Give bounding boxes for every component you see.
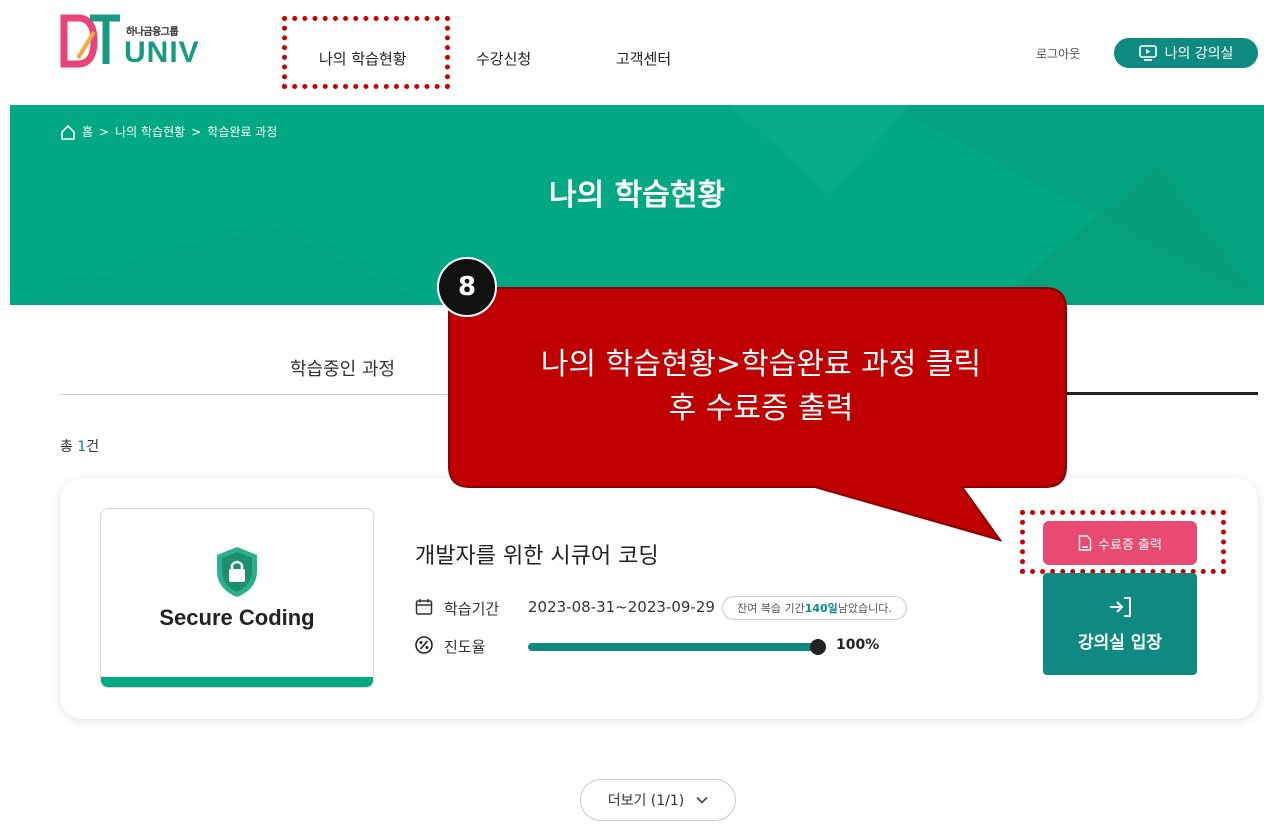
site-logo[interactable]: 하나금융그룹 UNIV	[60, 12, 210, 72]
my-classroom-label: 나의 강의실	[1164, 46, 1234, 62]
remaining-review-badge: 잔여 복습 기간 140일 남았습니다.	[722, 596, 907, 620]
thumbnail-progress-bar	[101, 677, 373, 687]
certificate-highlight-box	[1020, 510, 1226, 574]
total-number: 1	[77, 439, 87, 455]
total-suffix: 건	[86, 439, 100, 455]
progress-track	[528, 639, 826, 655]
progress-knob	[810, 639, 826, 655]
logo-univ-text: UNIV	[124, 36, 200, 69]
nav-enrollment[interactable]: 수강신청	[476, 48, 531, 69]
calendar-icon	[415, 599, 433, 615]
tab-in-progress-label: 학습중인 과정	[290, 359, 396, 380]
breadcrumb-home[interactable]: 홈	[82, 123, 93, 140]
callout-text: 나의 학습현황>학습완료 과정 클릭 후 수료증 출력	[456, 343, 1066, 431]
shield-lock-icon	[217, 547, 257, 597]
total-prefix: 총	[60, 439, 78, 455]
remain-suffix: 남았습니다.	[837, 602, 892, 615]
load-more-button[interactable]: 더보기 (1/1)	[580, 779, 736, 821]
hero-banner: 홈 > 나의 학습현황 > 학습완료 과정 나의 학습현황	[10, 105, 1264, 305]
remain-days: 140일	[804, 602, 838, 615]
breadcrumb-my-learning[interactable]: 나의 학습현황	[115, 123, 185, 140]
chevron-down-icon	[696, 796, 708, 804]
nav-highlight-box	[282, 16, 450, 89]
logo-mark-icon	[60, 14, 120, 68]
thumbnail-text: Secure Coding	[159, 605, 315, 630]
step-number-badge: 8	[437, 257, 497, 317]
course-card: Secure Coding 개발자를 위한 시큐어 코딩 학습기간 2023-0…	[60, 478, 1258, 719]
enter-classroom-button[interactable]: 강의실 입장	[1043, 573, 1197, 675]
progress-value: 100%	[836, 637, 880, 653]
progress-label: 진도율	[444, 638, 486, 656]
load-more-label: 더보기 (1/1)	[607, 793, 685, 809]
tab-in-progress[interactable]: 학습중인 과정	[60, 345, 490, 395]
page-title: 나의 학습현황	[548, 178, 726, 213]
course-thumbnail[interactable]: Secure Coding	[100, 508, 374, 688]
logout-link[interactable]: 로그아웃	[1036, 45, 1080, 62]
breadcrumb: 홈 > 나의 학습현황 > 학습완료 과정	[60, 123, 277, 140]
period-value: 2023-08-31~2023-09-29	[528, 598, 715, 616]
home-icon[interactable]	[60, 124, 76, 140]
breadcrumb-completed[interactable]: 학습완료 과정	[207, 123, 277, 140]
enter-classroom-label: 강의실 입장	[1077, 632, 1163, 653]
top-header: 하나금융그룹 UNIV 나의 학습현황 수강신청 고객센터 로그아웃 나의 강의…	[0, 0, 1264, 105]
enter-arrow-icon	[1110, 596, 1131, 617]
nav-customer-center[interactable]: 고객센터	[616, 48, 671, 69]
breadcrumb-separator-icon: >	[191, 124, 202, 139]
my-classroom-button[interactable]: 나의 강의실	[1114, 38, 1258, 68]
percent-icon	[415, 636, 433, 654]
progress-fill	[528, 643, 818, 651]
play-screen-icon	[1138, 45, 1157, 61]
callout-line-2: 후 수료증 출력	[668, 391, 854, 426]
total-count: 총 1건	[60, 436, 99, 456]
tab-completed-underline[interactable]	[1060, 392, 1258, 395]
remain-prefix: 잔여 복습 기간	[737, 602, 805, 615]
breadcrumb-separator-icon: >	[99, 124, 110, 139]
callout-line-1: 나의 학습현황>학습완료 과정 클릭	[540, 347, 982, 382]
period-label: 학습기간	[444, 600, 500, 618]
course-title[interactable]: 개발자를 위한 시큐어 코딩	[415, 538, 659, 570]
